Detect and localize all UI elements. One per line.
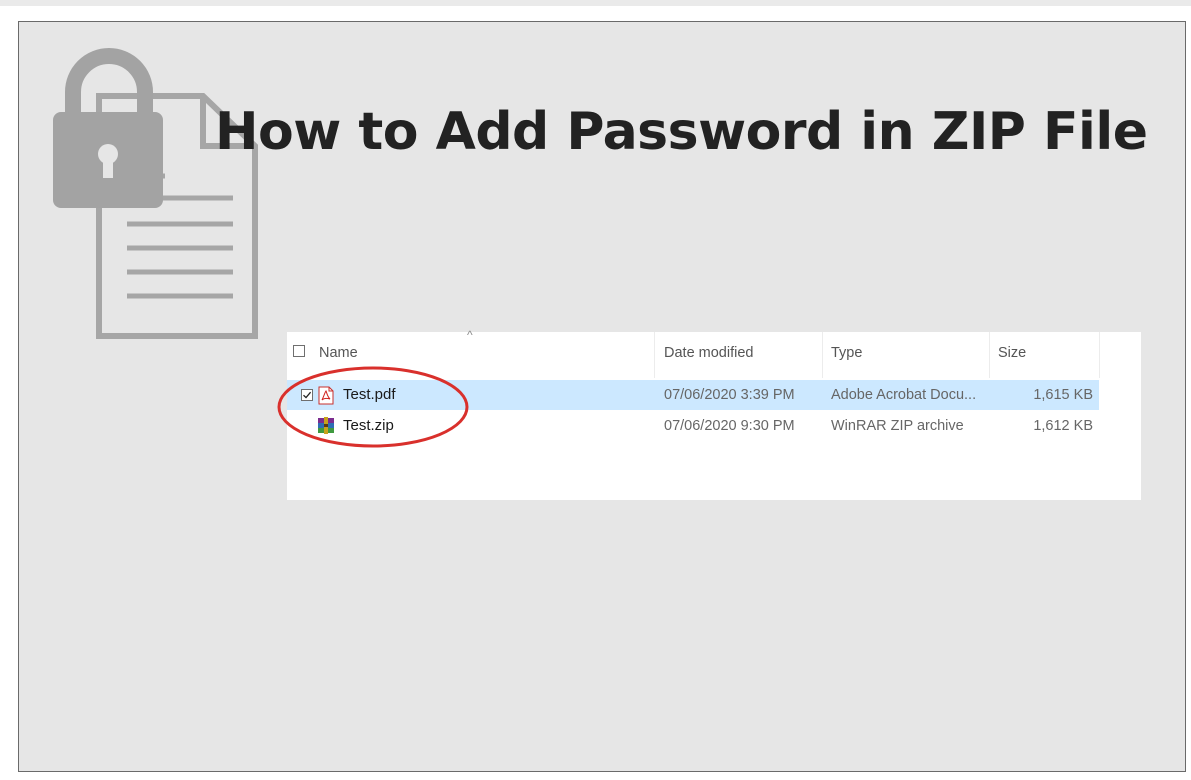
file-row-test-zip[interactable]: Test.zip 07/06/2020 9:30 PM WinRAR ZIP a… — [287, 411, 1099, 441]
file-size: 1,612 KB — [1033, 418, 1093, 434]
pdf-file-icon — [318, 386, 334, 405]
column-header-name[interactable]: Name — [319, 332, 358, 378]
column-divider[interactable] — [822, 332, 823, 378]
column-divider[interactable] — [989, 332, 990, 378]
checkmark-icon — [303, 391, 312, 399]
file-size: 1,615 KB — [1033, 387, 1093, 403]
file-name[interactable]: Test.pdf — [343, 380, 396, 410]
column-header-size[interactable]: Size — [998, 332, 1026, 378]
page-title: How to Add Password in ZIP File — [215, 102, 1148, 162]
column-header-date-modified[interactable]: Date modified — [664, 332, 753, 378]
file-date-modified: 07/06/2020 3:39 PM — [664, 387, 795, 403]
file-type: WinRAR ZIP archive — [831, 418, 964, 434]
file-type: Adobe Acrobat Docu... — [831, 387, 977, 403]
lock-document-illustration — [53, 48, 258, 339]
file-explorer-list: ^ Name Date modified Type Size Test.pdf … — [287, 328, 1141, 500]
tutorial-slide: How to Add Password in ZIP File ^ Name D… — [18, 21, 1186, 772]
select-all-checkbox[interactable] — [293, 345, 305, 357]
winrar-archive-icon — [318, 417, 334, 434]
top-strip — [0, 0, 1191, 6]
sort-indicator[interactable]: ^ — [467, 328, 473, 342]
file-name[interactable]: Test.zip — [343, 411, 394, 441]
row-checkbox-checked[interactable] — [301, 389, 313, 401]
padlock-icon — [53, 48, 163, 208]
column-divider[interactable] — [1099, 332, 1100, 378]
column-divider[interactable] — [654, 332, 655, 378]
column-header-type[interactable]: Type — [831, 332, 862, 378]
file-date-modified: 07/06/2020 9:30 PM — [664, 418, 795, 434]
file-row-test-pdf[interactable]: Test.pdf 07/06/2020 3:39 PM Adobe Acroba… — [287, 380, 1099, 410]
